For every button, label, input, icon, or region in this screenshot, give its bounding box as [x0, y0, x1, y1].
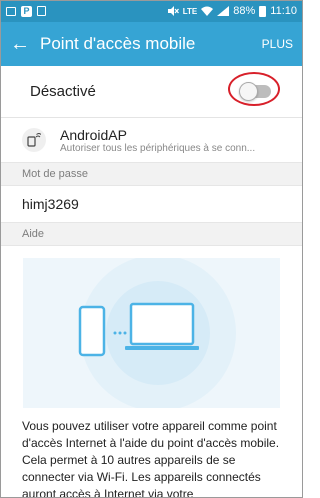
status-bar: P LTE 88% 11:10 [0, 0, 303, 22]
hotspot-status-label: Désactivé [30, 83, 96, 100]
screen-icon [6, 6, 16, 16]
hotspot-device-icon [22, 128, 46, 152]
hotspot-illustration [23, 258, 280, 408]
laptop-screen-graphic [129, 302, 195, 346]
lock-icon [37, 6, 46, 16]
wifi-icon [201, 6, 214, 16]
phone-graphic [78, 305, 106, 357]
help-section-header: Aide [0, 222, 303, 246]
switch-thumb [239, 81, 258, 101]
network-subtitle: Autoriser tous les périphériques à se co… [60, 142, 256, 154]
password-section-header: Mot de passe [0, 162, 303, 186]
signal-icon [217, 6, 230, 16]
hotspot-switch[interactable] [228, 71, 280, 106]
clock: 11:10 [270, 5, 297, 17]
back-arrow-icon[interactable]: ← [10, 33, 34, 56]
app-bar: ← Point d'accès mobile PLUS [0, 22, 303, 66]
laptop-base-graphic [125, 346, 199, 350]
help-description: Vous pouvez utiliser votre appareil comm… [22, 419, 280, 498]
hotspot-toggle-row[interactable]: Désactivé [0, 66, 303, 118]
network-name-row[interactable]: AndroidAP Autoriser tous les périphériqu… [0, 118, 303, 162]
password-value[interactable]: himj3269 [0, 186, 303, 222]
parking-app-icon: P [21, 5, 32, 17]
battery-percent: 88% [233, 5, 256, 17]
battery-icon [259, 5, 267, 17]
network-name: AndroidAP [60, 126, 127, 143]
page-title: Point d'accès mobile [40, 34, 196, 53]
lte-label: LTE [182, 6, 198, 16]
more-button[interactable]: PLUS [262, 37, 293, 51]
mute-icon [167, 6, 179, 16]
